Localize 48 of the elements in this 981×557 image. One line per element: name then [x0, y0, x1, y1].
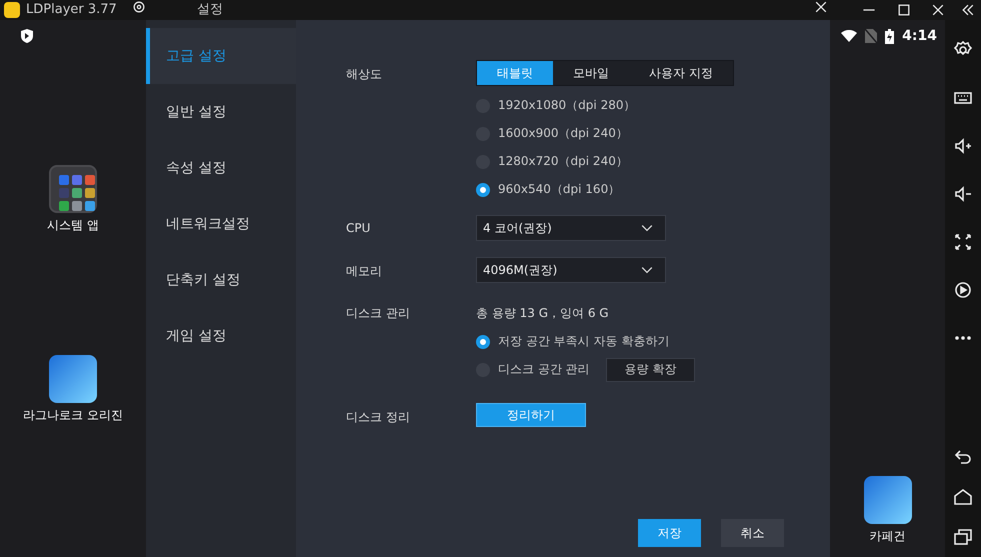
status-time: 4:14: [902, 28, 937, 44]
folder-icon[interactable]: [48, 165, 97, 213]
expand-button[interactable]: 용량 확장: [606, 358, 696, 382]
volume-up-icon[interactable]: [953, 136, 973, 156]
field-label: 해상도: [346, 66, 383, 83]
resolution-tab[interactable]: 모바일: [553, 61, 629, 85]
radio-button[interactable]: [476, 334, 490, 348]
memory-dropdown[interactable]: 4096M(권장): [476, 257, 666, 283]
option-label: 저장 공간 부족시 자동 확충하기: [498, 333, 670, 350]
field-label: CPU: [346, 220, 372, 235]
nav-item[interactable]: 게임 설정: [146, 308, 296, 364]
nav-item[interactable]: 고급 설정: [146, 28, 296, 84]
field-label: 메모리: [346, 263, 383, 280]
field-label: 디스크 정리: [346, 409, 411, 426]
maximize-icon[interactable]: [896, 2, 912, 18]
field-label: 디스크 관리: [346, 305, 411, 322]
option-label: 1920x1080（dpi 280）: [498, 97, 636, 114]
logo-icon: [4, 2, 20, 18]
nav-item[interactable]: 일반 설정: [146, 84, 296, 140]
cpu-dropdown[interactable]: 4 코어(권장): [476, 215, 666, 241]
shield-icon: [20, 28, 34, 44]
app-icon[interactable]: [48, 355, 97, 403]
cancel-button[interactable]: 취소: [721, 519, 784, 547]
no-sim-icon: [865, 29, 878, 43]
option-label: 1600x900（dpi 240）: [498, 125, 628, 142]
collapse-icon[interactable]: [960, 2, 976, 18]
wifi-icon: [841, 30, 858, 42]
resolution-tab[interactable]: 사용자 지정: [629, 61, 733, 85]
dialog-title: 설정: [196, 1, 223, 19]
option-label: 960x540（dpi 160）: [498, 181, 620, 198]
option-label: 디스크 공간 관리: [498, 361, 590, 378]
app-label: 라그나로크 오리진: [23, 407, 123, 424]
option-label: 1280x720（dpi 240）: [498, 153, 628, 170]
nav-item[interactable]: 네트워크설정: [146, 196, 296, 252]
app-icon[interactable]: [864, 476, 912, 524]
recent-apps-icon[interactable]: [953, 527, 973, 547]
nav-item[interactable]: 속성 설정: [146, 140, 296, 196]
nav-item[interactable]: 단축키 설정: [146, 252, 296, 308]
disk-summary: 총 용량 13 G，잉여 6 G: [476, 305, 610, 322]
volume-down-icon[interactable]: [953, 184, 973, 204]
app-title: LDPlayer 3.77: [26, 1, 117, 19]
fullscreen-icon[interactable]: [953, 232, 973, 252]
play-circle-icon[interactable]: [953, 280, 973, 300]
battery-icon: [885, 28, 894, 44]
radio-button[interactable]: [476, 182, 490, 196]
app-label: 시스템 앱: [47, 217, 99, 234]
app-label: 카페건: [870, 528, 906, 545]
home-icon[interactable]: [953, 487, 973, 507]
